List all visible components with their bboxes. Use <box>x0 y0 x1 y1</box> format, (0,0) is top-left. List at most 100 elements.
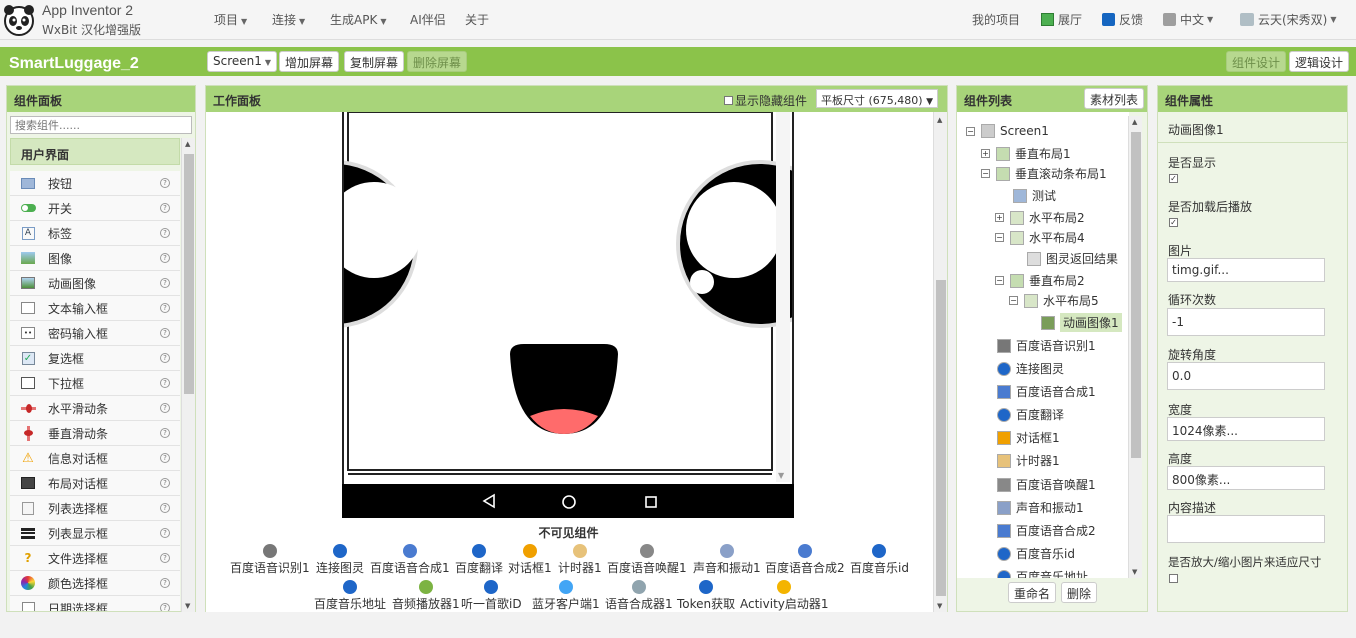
help-icon[interactable]: ? <box>160 528 170 538</box>
back-icon[interactable] <box>482 493 495 509</box>
help-icon[interactable]: ? <box>160 578 170 588</box>
visible-checkbox[interactable]: ✓ <box>1169 174 1178 183</box>
animated-image-preview[interactable]: ▼ <box>250 111 844 518</box>
tree-node[interactable]: − Screen1 <box>966 124 1049 138</box>
help-icon[interactable]: ? <box>160 278 170 288</box>
help-icon[interactable]: ? <box>160 378 170 388</box>
delete-button[interactable]: 删除 <box>1061 582 1098 603</box>
collapse-icon[interactable]: − <box>995 233 1004 242</box>
tree-node[interactable]: − 垂直滚动条布局1 <box>981 165 1107 182</box>
image-field[interactable]: timg.gif... <box>1167 258 1325 282</box>
tree-node[interactable]: 百度音乐id <box>997 545 1075 562</box>
copy-screen-button[interactable]: 复制屏幕 <box>344 51 405 72</box>
tree-node[interactable]: − 垂直布局2 <box>995 272 1085 289</box>
nonvisible-component[interactable]: 计时器1 <box>558 544 602 576</box>
palette-item[interactable]: 水平滑动条? <box>10 396 180 421</box>
show-hidden-checkbox[interactable] <box>724 96 733 105</box>
palette-scroll-thumb[interactable] <box>184 154 194 394</box>
scale-to-fit-checkbox[interactable] <box>1169 574 1178 583</box>
add-screen-button[interactable]: 增加屏幕 <box>279 51 340 72</box>
tree-node[interactable]: 对话框1 <box>997 429 1060 446</box>
tree-node[interactable]: 图灵返回结果 <box>1027 250 1118 267</box>
tree-node[interactable]: − 水平布局5 <box>1009 292 1099 309</box>
help-icon[interactable]: ? <box>160 453 170 463</box>
palette-item[interactable]: 日期选择框? <box>10 596 180 611</box>
palette-item[interactable]: 下拉框? <box>10 371 180 396</box>
nonvisible-component[interactable]: 百度语音合成1 <box>370 544 450 576</box>
palette-item[interactable]: 列表选择框? <box>10 496 180 521</box>
palette-item[interactable]: 列表显示框? <box>10 521 180 546</box>
help-icon[interactable]: ? <box>160 353 170 363</box>
nonvisible-component[interactable]: 百度语音识别1 <box>230 544 310 576</box>
tree-node[interactable]: − 水平布局4 <box>995 229 1085 246</box>
scroll-up-icon[interactable]: ▲ <box>937 116 942 124</box>
viewer-scroll-thumb[interactable] <box>936 280 946 596</box>
palette-item[interactable]: 动画图像? <box>10 271 180 296</box>
scroll-down-icon[interactable]: ▼ <box>185 602 190 610</box>
tree-node[interactable]: + 水平布局2 <box>995 209 1085 226</box>
nonvisible-component[interactable]: 语音合成器1 <box>605 580 673 612</box>
expand-icon[interactable]: + <box>981 149 990 158</box>
tree-node[interactable]: 动画图像1 <box>1041 313 1122 332</box>
home-icon[interactable] <box>562 495 576 509</box>
tree-node[interactable]: 连接图灵 <box>997 360 1064 377</box>
menu-build-apk[interactable]: 生成APK ▼ <box>330 11 386 28</box>
help-icon[interactable]: ? <box>160 553 170 563</box>
tree-node[interactable]: 百度语音识别1 <box>997 337 1096 354</box>
help-icon[interactable]: ? <box>160 478 170 488</box>
nonvisible-component[interactable]: 听一首歌iD <box>461 580 522 612</box>
tree-scrollbar[interactable]: ▲ ▼ <box>1128 116 1142 578</box>
scroll-up-icon[interactable]: ▲ <box>185 140 190 148</box>
nonvisible-component[interactable]: Token获取 <box>677 580 735 612</box>
tree-node[interactable]: 百度语音合成1 <box>997 383 1096 400</box>
palette-category-user-interface[interactable]: 用户界面 <box>10 138 180 165</box>
nonvisible-component[interactable]: 百度语音合成2 <box>765 544 845 576</box>
palette-scrollbar[interactable]: ▲ ▼ <box>181 138 195 612</box>
rotation-field[interactable]: 0.0 <box>1167 362 1325 390</box>
expand-icon[interactable]: + <box>995 213 1004 222</box>
tree-node[interactable]: 声音和振动1 <box>997 499 1084 516</box>
tree-node[interactable]: 百度翻译 <box>997 406 1064 423</box>
collapse-icon[interactable]: − <box>1009 296 1018 305</box>
tree-node[interactable]: 百度语音合成2 <box>997 522 1096 539</box>
palette-item[interactable]: 图像? <box>10 246 180 271</box>
nonvisible-component[interactable]: 百度音乐地址 <box>314 580 386 612</box>
designer-button[interactable]: 组件设计 <box>1226 51 1287 72</box>
menu-project[interactable]: 项目 ▼ <box>214 11 247 28</box>
collapse-icon[interactable]: − <box>995 276 1004 285</box>
palette-item[interactable]: 按钮? <box>10 171 180 196</box>
tree-node[interactable]: 计时器1 <box>997 452 1060 469</box>
scroll-up-icon[interactable]: ▲ <box>1132 118 1137 126</box>
palette-item[interactable]: 垂直滑动条? <box>10 421 180 446</box>
menu-about[interactable]: 关于 <box>465 11 489 28</box>
collapse-icon[interactable]: − <box>981 169 990 178</box>
menu-connect[interactable]: 连接 ▼ <box>272 11 305 28</box>
height-field[interactable]: 800像素... <box>1167 466 1325 490</box>
recents-icon[interactable] <box>645 496 657 508</box>
help-icon[interactable]: ? <box>160 303 170 313</box>
palette-item[interactable]: 颜色选择框? <box>10 571 180 596</box>
scroll-down-icon[interactable]: ▼ <box>1132 568 1137 576</box>
palette-item[interactable]: A 标签? <box>10 221 180 246</box>
palette-item[interactable]: 开关? <box>10 196 180 221</box>
gallery-link[interactable]: 展厅 <box>1041 11 1082 28</box>
my-projects-link[interactable]: 我的项目 <box>972 11 1020 28</box>
tree-node[interactable]: 测试 <box>1013 187 1056 204</box>
screen-select[interactable]: Screen1 ▼ <box>207 51 278 72</box>
palette-item[interactable]: 文本输入框? <box>10 296 180 321</box>
autoplay-checkbox[interactable]: ✓ <box>1169 218 1178 227</box>
nonvisible-component[interactable]: 百度音乐id <box>850 544 909 576</box>
help-icon[interactable]: ? <box>160 428 170 438</box>
tree-scroll-thumb[interactable] <box>1131 132 1141 458</box>
nonvisible-component[interactable]: 对话框1 <box>508 544 552 576</box>
nonvisible-component[interactable]: 连接图灵 <box>316 544 364 576</box>
viewer-scrollbar[interactable]: ▲ ▼ <box>933 112 947 612</box>
tree-node[interactable]: 百度语音唤醒1 <box>997 476 1096 493</box>
scroll-down-icon[interactable]: ▼ <box>937 602 942 610</box>
help-icon[interactable]: ? <box>160 603 170 611</box>
tree-node[interactable]: 百度音乐地址 <box>997 568 1088 578</box>
width-field[interactable]: 1024像素... <box>1167 417 1325 441</box>
tree-node[interactable]: + 垂直布局1 <box>981 145 1071 162</box>
palette-search-input[interactable] <box>10 116 192 134</box>
help-icon[interactable]: ? <box>160 328 170 338</box>
